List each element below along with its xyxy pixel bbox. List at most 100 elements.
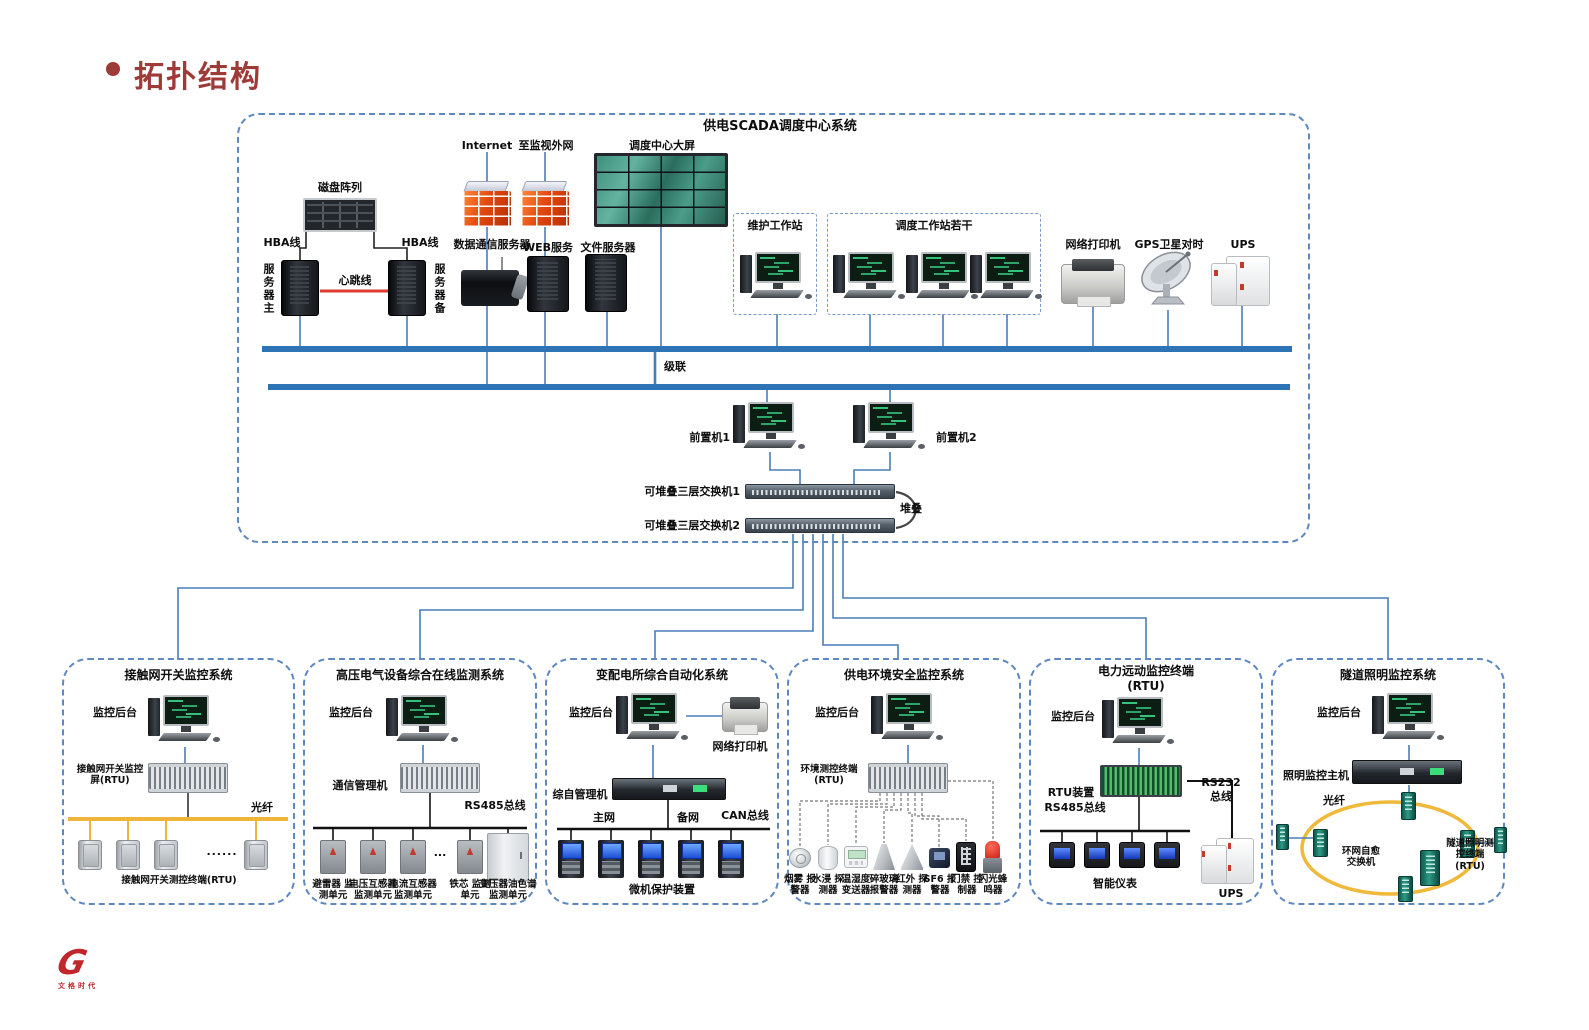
protection-device-icon [638, 840, 664, 878]
smart-meter-icon [1119, 842, 1145, 868]
sub4-title: 供电环境安全监控系统 [787, 668, 1021, 683]
workstation-icon [906, 252, 980, 302]
data-comm-server-icon [461, 270, 519, 306]
sub4-backend-label: 监控后台 [810, 706, 864, 720]
sub3-backup-net-label: 备网 [670, 811, 706, 825]
sub5-title: 电力远动监控终端 [1029, 664, 1263, 679]
workstation-icon [871, 693, 945, 743]
web-server-icon [527, 256, 569, 312]
terminal-icon [154, 840, 178, 870]
company-logo: G 文格时代 [58, 946, 138, 1000]
tunnel-rtu-icon [1420, 850, 1440, 886]
network-printer-label: 网络打印机 [1060, 238, 1126, 252]
sub3-printer-label: 网络打印机 [702, 740, 778, 754]
automation-manager-icon [612, 778, 726, 800]
sub2-dots: ... [426, 846, 454, 860]
front-end-2-icon [853, 402, 927, 452]
backup-server-label: 服务器备 [431, 263, 447, 315]
sub6-backend-label: 监控后台 [1312, 706, 1366, 720]
ups-label: UPS [1224, 238, 1262, 252]
water-sensor-icon [818, 846, 838, 870]
front-end-1-icon [733, 402, 807, 452]
internet-label: Internet [457, 139, 517, 153]
sub2-backend-label: 监控后台 [324, 706, 378, 720]
sub5-backend-label: 监控后台 [1046, 710, 1100, 724]
backup-server-icon [388, 260, 426, 316]
access-control-icon [956, 842, 976, 872]
workstation-icon [148, 695, 222, 745]
sub4-s8-label: 闪光蜂 鸣器 [977, 874, 1009, 897]
scada-center-box [237, 113, 1310, 543]
smart-meter-icon [1154, 842, 1180, 868]
lighting-host-icon [1352, 760, 1462, 784]
layer3-switch-1-label: 可堆叠三层交换机1 [618, 485, 740, 499]
sub3-can-bus-label: CAN总线 [716, 809, 774, 823]
logo-mark: G [54, 946, 90, 980]
fiber-switch-icon [1276, 824, 1289, 850]
monitor-unit-icon [400, 840, 426, 874]
ups-icon [1226, 256, 1270, 306]
sub1-backend-label: 监控后台 [88, 706, 142, 720]
front-end-1-label: 前置机1 [682, 431, 730, 445]
cascade-label: 级联 [664, 360, 700, 374]
sub1-title: 接触网开关监控系统 [62, 668, 295, 683]
sub3-devices-label: 微机保护装置 [590, 883, 734, 897]
printer-icon [1061, 264, 1125, 304]
heartbeat-label: 心跳线 [328, 274, 382, 288]
flash-alarm-icon [983, 841, 1002, 873]
protection-device-icon [558, 840, 584, 878]
ups-icon [1216, 838, 1254, 884]
satellite-dish-icon [1136, 248, 1200, 308]
cabinet-icon [487, 833, 529, 881]
sub1-terminal-label: 接触网开关测控终端(RTU) [72, 875, 286, 886]
video-wall-icon [594, 153, 728, 227]
sub5-bus232-label: RS232 总线 [1196, 776, 1246, 804]
workstation-icon [970, 252, 1044, 302]
fiber-switch-icon [1313, 829, 1328, 857]
firewall-icon [463, 181, 511, 227]
sub2-bus-label: RS485总线 [462, 799, 528, 813]
fiber-switch-icon [1398, 876, 1413, 902]
primary-server-label: 服务器主 [260, 263, 276, 315]
comm-manager-icon [400, 763, 480, 793]
workstation-icon [1102, 697, 1176, 747]
sub1-rtu-panel-label: 接触网开关监控屏(RTU) [76, 764, 144, 787]
sub6-fiber-label: 光纤 [1314, 794, 1354, 808]
slide: 拓扑结构 [0, 0, 1589, 1030]
workstation-icon [1372, 693, 1446, 743]
terminal-icon [244, 840, 268, 870]
smart-meter-icon [1084, 842, 1110, 868]
protection-device-icon [598, 840, 624, 878]
sub3-title: 变配电所综合自动化系统 [545, 668, 779, 683]
sub2-u3-label: 电流互感器 监测单元 [384, 879, 442, 902]
disk-array-icon [303, 198, 377, 232]
sub5-bus485-label: RS485总线 [1042, 801, 1108, 815]
primary-server-icon [281, 260, 319, 316]
sub1-dots: ...... [198, 845, 246, 859]
sf6-sensor-icon [929, 848, 950, 868]
hba-right-label: HBA线 [396, 236, 444, 250]
sub5-meters-label: 智能仪表 [1078, 877, 1152, 891]
file-server-icon [585, 254, 627, 312]
front-end-2-label: 前置机2 [936, 431, 984, 445]
scada-center-title: 供电SCADA调度中心系统 [620, 119, 940, 135]
maintenance-station-label: 维护工作站 [733, 219, 817, 233]
big-screen-label: 调度中心大屏 [618, 139, 706, 153]
file-server-label: 文件服务器 [578, 241, 638, 255]
sub3-backend-label: 监控后台 [564, 706, 618, 720]
stack-label: 堆叠 [900, 502, 934, 516]
env-rtu-icon [868, 763, 948, 793]
workstation-icon [616, 693, 690, 743]
sub6-host-label: 照明监控主机 [1280, 769, 1352, 783]
sub5-ups-label: UPS [1210, 887, 1252, 901]
smart-meter-icon [1049, 842, 1075, 868]
layer3-switch-1-icon [745, 484, 895, 499]
workstation-icon [740, 252, 814, 302]
sub6-ring-switch-label: 环网自愈 交换机 [1336, 846, 1386, 869]
temp-humidity-sensor-icon [844, 846, 868, 868]
layer3-switch-2-icon [745, 518, 895, 533]
sub5-title-2: (RTU) [1029, 679, 1263, 694]
terminal-icon [116, 840, 140, 870]
sub4-rtu-label: 环境测控终端 (RTU) [796, 764, 862, 787]
firewall-icon [521, 181, 569, 227]
